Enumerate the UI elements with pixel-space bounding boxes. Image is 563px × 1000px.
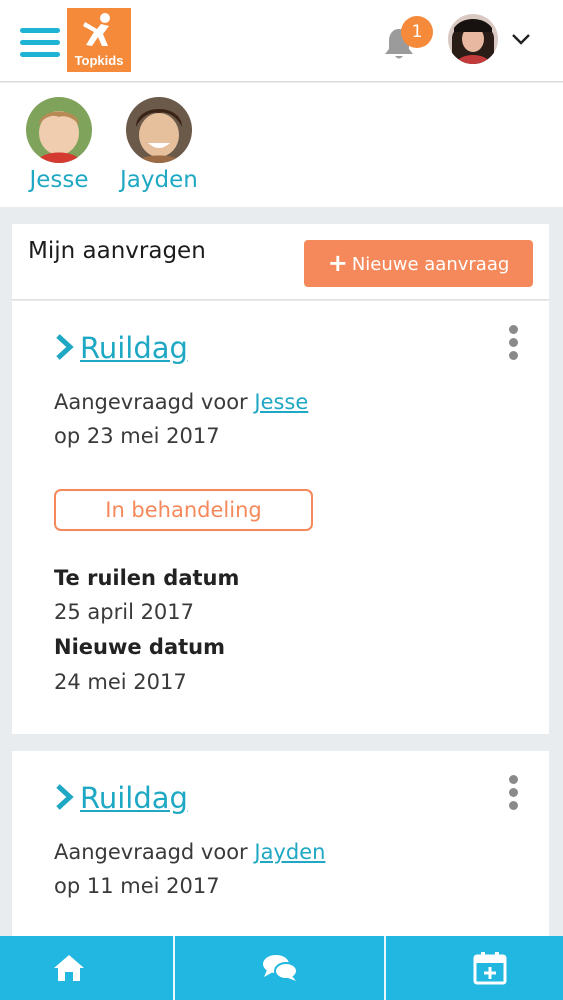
children-selector: Jesse Jayden — [0, 83, 563, 207]
logo-text: Topkids — [74, 53, 124, 68]
nav-messages[interactable] — [175, 936, 384, 1000]
request-title: Ruildag — [80, 331, 188, 365]
child-link[interactable]: Jesse — [254, 390, 308, 414]
request-title-link[interactable]: Ruildag — [54, 781, 188, 815]
home-icon — [54, 955, 84, 981]
child-avatar — [26, 97, 92, 163]
requests-panel-header: Mijn aanvragen + Nieuwe aanvraag — [12, 224, 549, 300]
more-options-icon[interactable] — [506, 325, 520, 363]
new-date-label: Nieuwe datum — [54, 635, 225, 659]
chevron-right-icon — [56, 334, 74, 360]
requested-for-prefix: Aangevraagd voor — [54, 840, 248, 864]
nav-home[interactable] — [0, 936, 173, 1000]
requested-for-prefix: Aangevraagd voor — [54, 390, 248, 414]
hamburger-icon[interactable] — [20, 28, 60, 60]
request-date: op 23 mei 2017 — [54, 424, 220, 448]
child-jayden[interactable]: Jayden — [120, 97, 198, 193]
request-date: op 11 mei 2017 — [54, 874, 220, 898]
bottom-nav — [0, 936, 563, 1000]
new-request-label: Nieuwe aanvraag — [351, 254, 510, 275]
requested-for-line: Aangevraagd voor Jayden — [54, 840, 325, 864]
more-options-icon[interactable] — [506, 775, 520, 813]
chevron-right-icon — [56, 784, 74, 810]
swap-date-label: Te ruilen datum — [54, 566, 240, 590]
request-card: Ruildag Aangevraagd voor Jayden op 11 me… — [12, 751, 549, 951]
child-avatar — [125, 97, 192, 163]
topkids-logo[interactable]: Topkids — [67, 8, 131, 72]
app-root: Topkids 1 Jesse Jayden Mijn aanvragen + … — [0, 0, 563, 1000]
nav-calendar[interactable] — [386, 936, 563, 1000]
plus-icon: + — [327, 249, 348, 277]
status-badge: In behandeling — [54, 489, 313, 531]
chevron-down-icon[interactable] — [510, 28, 532, 50]
top-header: Topkids 1 — [0, 0, 563, 82]
child-jesse[interactable]: Jesse — [26, 97, 92, 193]
child-name: Jesse — [29, 167, 89, 193]
child-name: Jayden — [120, 167, 198, 193]
requested-for-line: Aangevraagd voor Jesse — [54, 390, 308, 414]
request-title: Ruildag — [80, 781, 188, 815]
child-link[interactable]: Jayden — [254, 840, 325, 864]
calendar-add-icon — [473, 952, 507, 985]
request-card: Ruildag Aangevraagd voor Jesse op 23 mei… — [12, 301, 549, 734]
notification-badge[interactable]: 1 — [401, 16, 433, 48]
new-date-value: 24 mei 2017 — [54, 670, 187, 694]
request-title-link[interactable]: Ruildag — [54, 331, 188, 365]
kid-figure-icon — [83, 13, 110, 46]
new-request-button[interactable]: + Nieuwe aanvraag — [304, 240, 533, 287]
panel-title: Mijn aanvragen — [28, 238, 206, 264]
swap-date-value: 25 april 2017 — [54, 600, 195, 624]
user-avatar[interactable] — [448, 14, 498, 64]
chat-icon — [263, 955, 298, 981]
